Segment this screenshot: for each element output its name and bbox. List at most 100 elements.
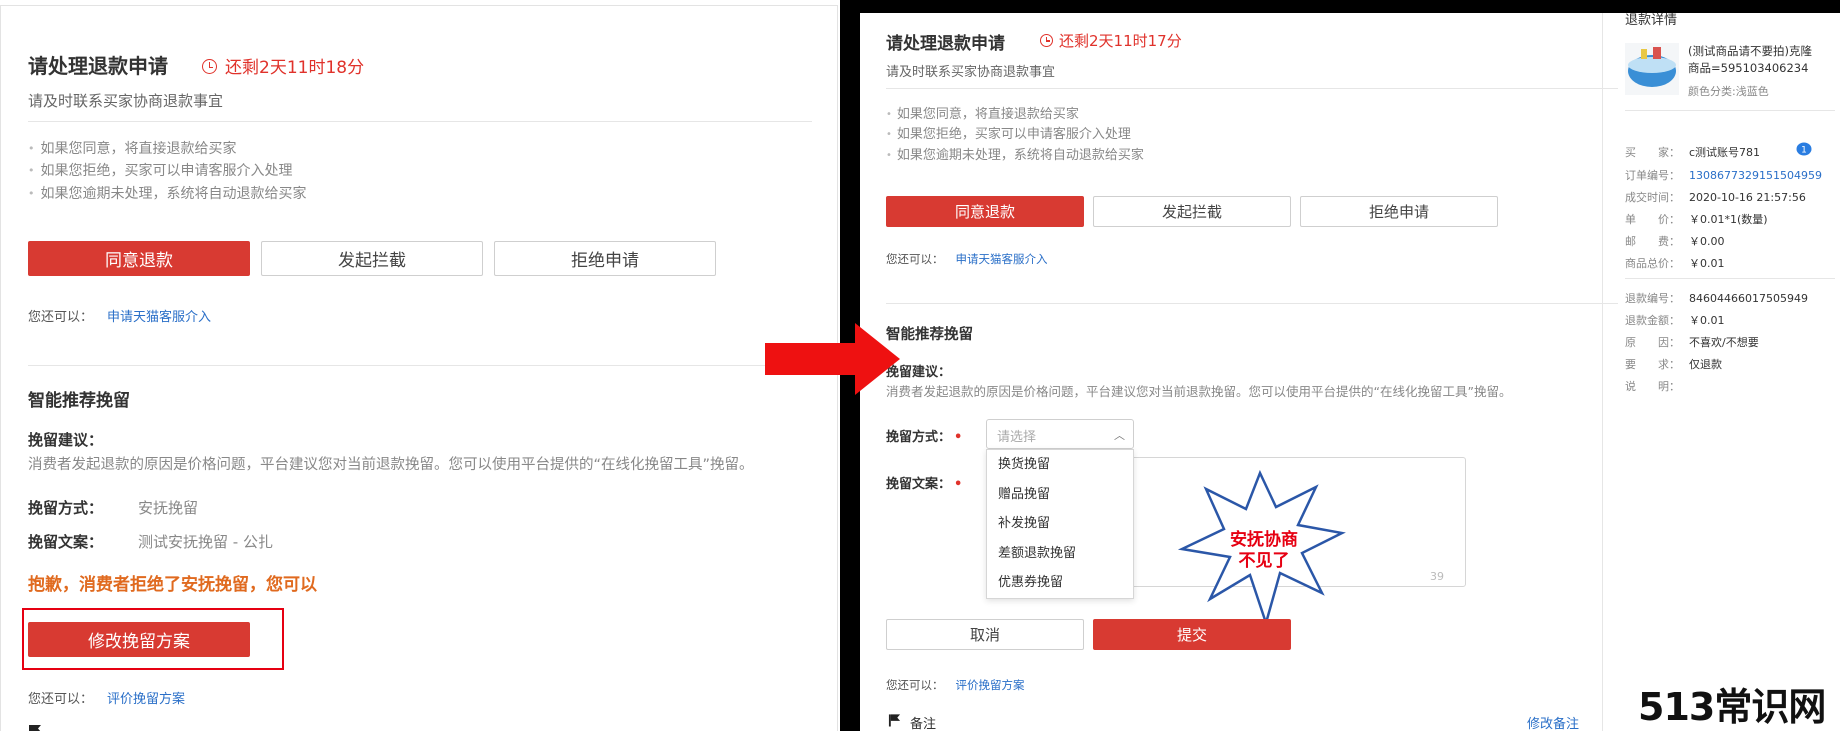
also-can-label: 您还可以： (886, 678, 944, 692)
divider (1625, 110, 1835, 111)
detail-key: 单 价： (1625, 213, 1680, 226)
intercept-button[interactable]: 发起拦截 (1093, 196, 1291, 227)
page-subtitle: 请及时联系买家协商退款事宜 (886, 65, 1056, 80)
dropdown-option-coupon[interactable]: 优惠券挽留 (987, 568, 1133, 598)
clock-icon (202, 59, 217, 74)
dropdown-option-gift[interactable]: 赠品挽留 (987, 480, 1133, 510)
tmall-service-link[interactable]: 申请天猫客服介入 (956, 252, 1048, 266)
retention-copy-label-text: 挽留文案： (886, 477, 952, 492)
suggestion-label: 挽留建议： (28, 431, 104, 449)
countdown-text: 还剩2天11时17分 (1059, 32, 1182, 50)
detail-value: 不喜欢/不想要 (1689, 336, 1759, 349)
section-title-retention: 智能推荐挽留 (28, 391, 130, 411)
dropdown-option-partial-refund[interactable]: 差额退款挽留 (987, 539, 1133, 569)
detail-value: ￥0.01 (1689, 314, 1725, 327)
detail-value: 仅退款 (1689, 358, 1722, 371)
detail-value: 2020-10-16 21:57:56 (1689, 191, 1806, 204)
detail-row-unit-price: 单 价： ￥0.01*1(数量) (1625, 211, 1768, 227)
detail-row-refund-amount: 退款金额： ￥0.01 (1625, 312, 1725, 328)
page-subtitle: 请及时联系买家协商退款事宜 (28, 92, 224, 110)
detail-key: 原 因： (1625, 336, 1680, 349)
detail-row-buyer: 买 家： c测试账号781 (1625, 144, 1760, 160)
retention-copy-label: 挽留文案： • (886, 473, 962, 492)
detail-key: 成交时间： (1625, 191, 1680, 204)
retention-method-select[interactable]: 请选择 ︿ (986, 419, 1134, 449)
also-can-row-2: 您还可以： 评价挽留方案 (886, 677, 1025, 693)
agree-refund-button[interactable]: 同意退款 (886, 196, 1084, 227)
page-title: 请处理退款申请 (886, 34, 1005, 54)
detail-row-description: 说 明： (1625, 378, 1689, 394)
detail-key: 订单编号： (1625, 169, 1680, 182)
intercept-button[interactable]: 发起拦截 (261, 241, 483, 276)
evaluate-retention-link[interactable]: 评价挽留方案 (956, 678, 1025, 692)
detail-row-refund-number: 退款编号： 84604466017505949 (1625, 290, 1808, 306)
right-arrow-icon (765, 323, 900, 395)
divider (886, 303, 1618, 304)
clock-icon (1040, 34, 1053, 47)
required-mark: • (954, 477, 963, 492)
countdown-text: 还剩2天11时18分 (225, 58, 365, 78)
retention-copy-value: 测试安抚挽留 - 公扎 (138, 533, 273, 551)
countdown-timer: 还剩2天11时17分 (1040, 30, 1182, 51)
annotation-highlight-box (22, 608, 284, 670)
flag-icon (29, 725, 41, 731)
retention-method-dropdown: 换货挽留 赠品挽留 补发挽留 差额退款挽留 优惠券挽留 (986, 449, 1134, 599)
retention-method-label: 挽留方式： • (886, 426, 962, 445)
detail-key: 商品总价： (1625, 257, 1680, 270)
detail-key: 买 家： (1625, 146, 1680, 159)
detail-row-shipping: 邮 费： ￥0.00 (1625, 233, 1725, 249)
suggestion-text: 消费者发起退款的原因是价格问题，平台建议您对当前退款挽留。您可以使用平台提供的“… (886, 384, 1512, 399)
chat-icon[interactable]: 1 (1796, 142, 1812, 156)
detail-key: 退款金额： (1625, 314, 1680, 327)
also-can-row: 您还可以： 申请天猫客服介入 (28, 306, 211, 325)
evaluate-retention-link[interactable]: 评价挽留方案 (107, 692, 185, 707)
info-bullet-reject: 如果您拒绝，买家可以申请客服介入处理 (886, 123, 1131, 142)
modify-remark-link[interactable]: 修改备注 (1527, 713, 1579, 731)
detail-key: 邮 费： (1625, 235, 1680, 248)
reject-button[interactable]: 拒绝申请 (494, 241, 716, 276)
detail-row-deal-time: 成交时间： 2020-10-16 21:57:56 (1625, 189, 1806, 205)
detail-value: ￥0.01*1(数量) (1689, 213, 1768, 226)
retention-copy-label: 挽留文案： (28, 533, 104, 551)
rejection-notice: 抱歉，消费者拒绝了安抚挽留，您可以 (28, 575, 317, 595)
burst-text-line1: 安抚协商 (1230, 529, 1298, 550)
detail-value: c测试账号781 (1689, 146, 1761, 159)
order-number-link[interactable]: 1308677329151504959 (1689, 169, 1822, 182)
dropdown-option-exchange[interactable]: 换货挽留 (987, 450, 1133, 480)
countdown-timer: 还剩2天11时18分 (202, 53, 364, 78)
reject-button[interactable]: 拒绝申请 (1300, 196, 1498, 227)
detail-row-reason: 原 因： 不喜欢/不想要 (1625, 334, 1759, 350)
divider (28, 365, 812, 366)
also-can-label: 您还可以： (886, 252, 944, 266)
detail-value: 84604466017505949 (1689, 292, 1808, 305)
info-bullet-reject: 如果您拒绝，买家可以申请客服介入处理 (28, 160, 293, 180)
agree-refund-button[interactable]: 同意退款 (28, 241, 250, 276)
site-watermark: 513常识网 (1638, 685, 1826, 729)
submit-button[interactable]: 提交 (1093, 619, 1291, 650)
detail-row-order-number: 订单编号： 1308677329151504959 (1625, 167, 1822, 183)
suggestion-text: 消费者发起退款的原因是价格问题，平台建议您对当前退款挽留。您可以使用平台提供的“… (28, 457, 754, 473)
svg-text:1: 1 (1801, 146, 1807, 156)
info-bullet-agree: 如果您同意，将直接退款给买家 (886, 103, 1079, 122)
page-title: 请处理退款申请 (28, 54, 168, 78)
also-can-label: 您还可以： (28, 692, 94, 707)
required-mark: • (954, 430, 963, 445)
tmall-service-link[interactable]: 申请天猫客服介入 (107, 310, 211, 325)
cancel-button[interactable]: 取消 (886, 619, 1084, 650)
detail-key: 说 明： (1625, 380, 1680, 393)
dropdown-option-reship[interactable]: 补发挽留 (987, 509, 1133, 539)
also-can-label: 您还可以： (28, 310, 94, 325)
column-divider (1602, 13, 1603, 731)
detail-row-total: 商品总价： ￥0.01 (1625, 255, 1725, 271)
divider (886, 88, 1618, 89)
select-placeholder: 请选择 (997, 430, 1037, 445)
detail-key: 要 求： (1625, 358, 1680, 371)
left-refund-panel: 请处理退款申请 还剩2天11时18分 请及时联系买家协商退款事宜 如果您同意，将… (0, 0, 840, 731)
product-name[interactable]: (测试商品请不要拍)克隆商品=595103406234 (1688, 43, 1818, 77)
right-refund-panel: 请处理退款申请 还剩2天11时17分 请及时联系买家协商退款事宜 如果您同意，将… (860, 13, 1840, 731)
divider (1625, 278, 1835, 279)
top-black-strip (840, 0, 1840, 13)
flag-icon (888, 714, 901, 727)
char-counter: 39 (1430, 570, 1444, 583)
retention-method-label: 挽留方式： (28, 499, 104, 517)
